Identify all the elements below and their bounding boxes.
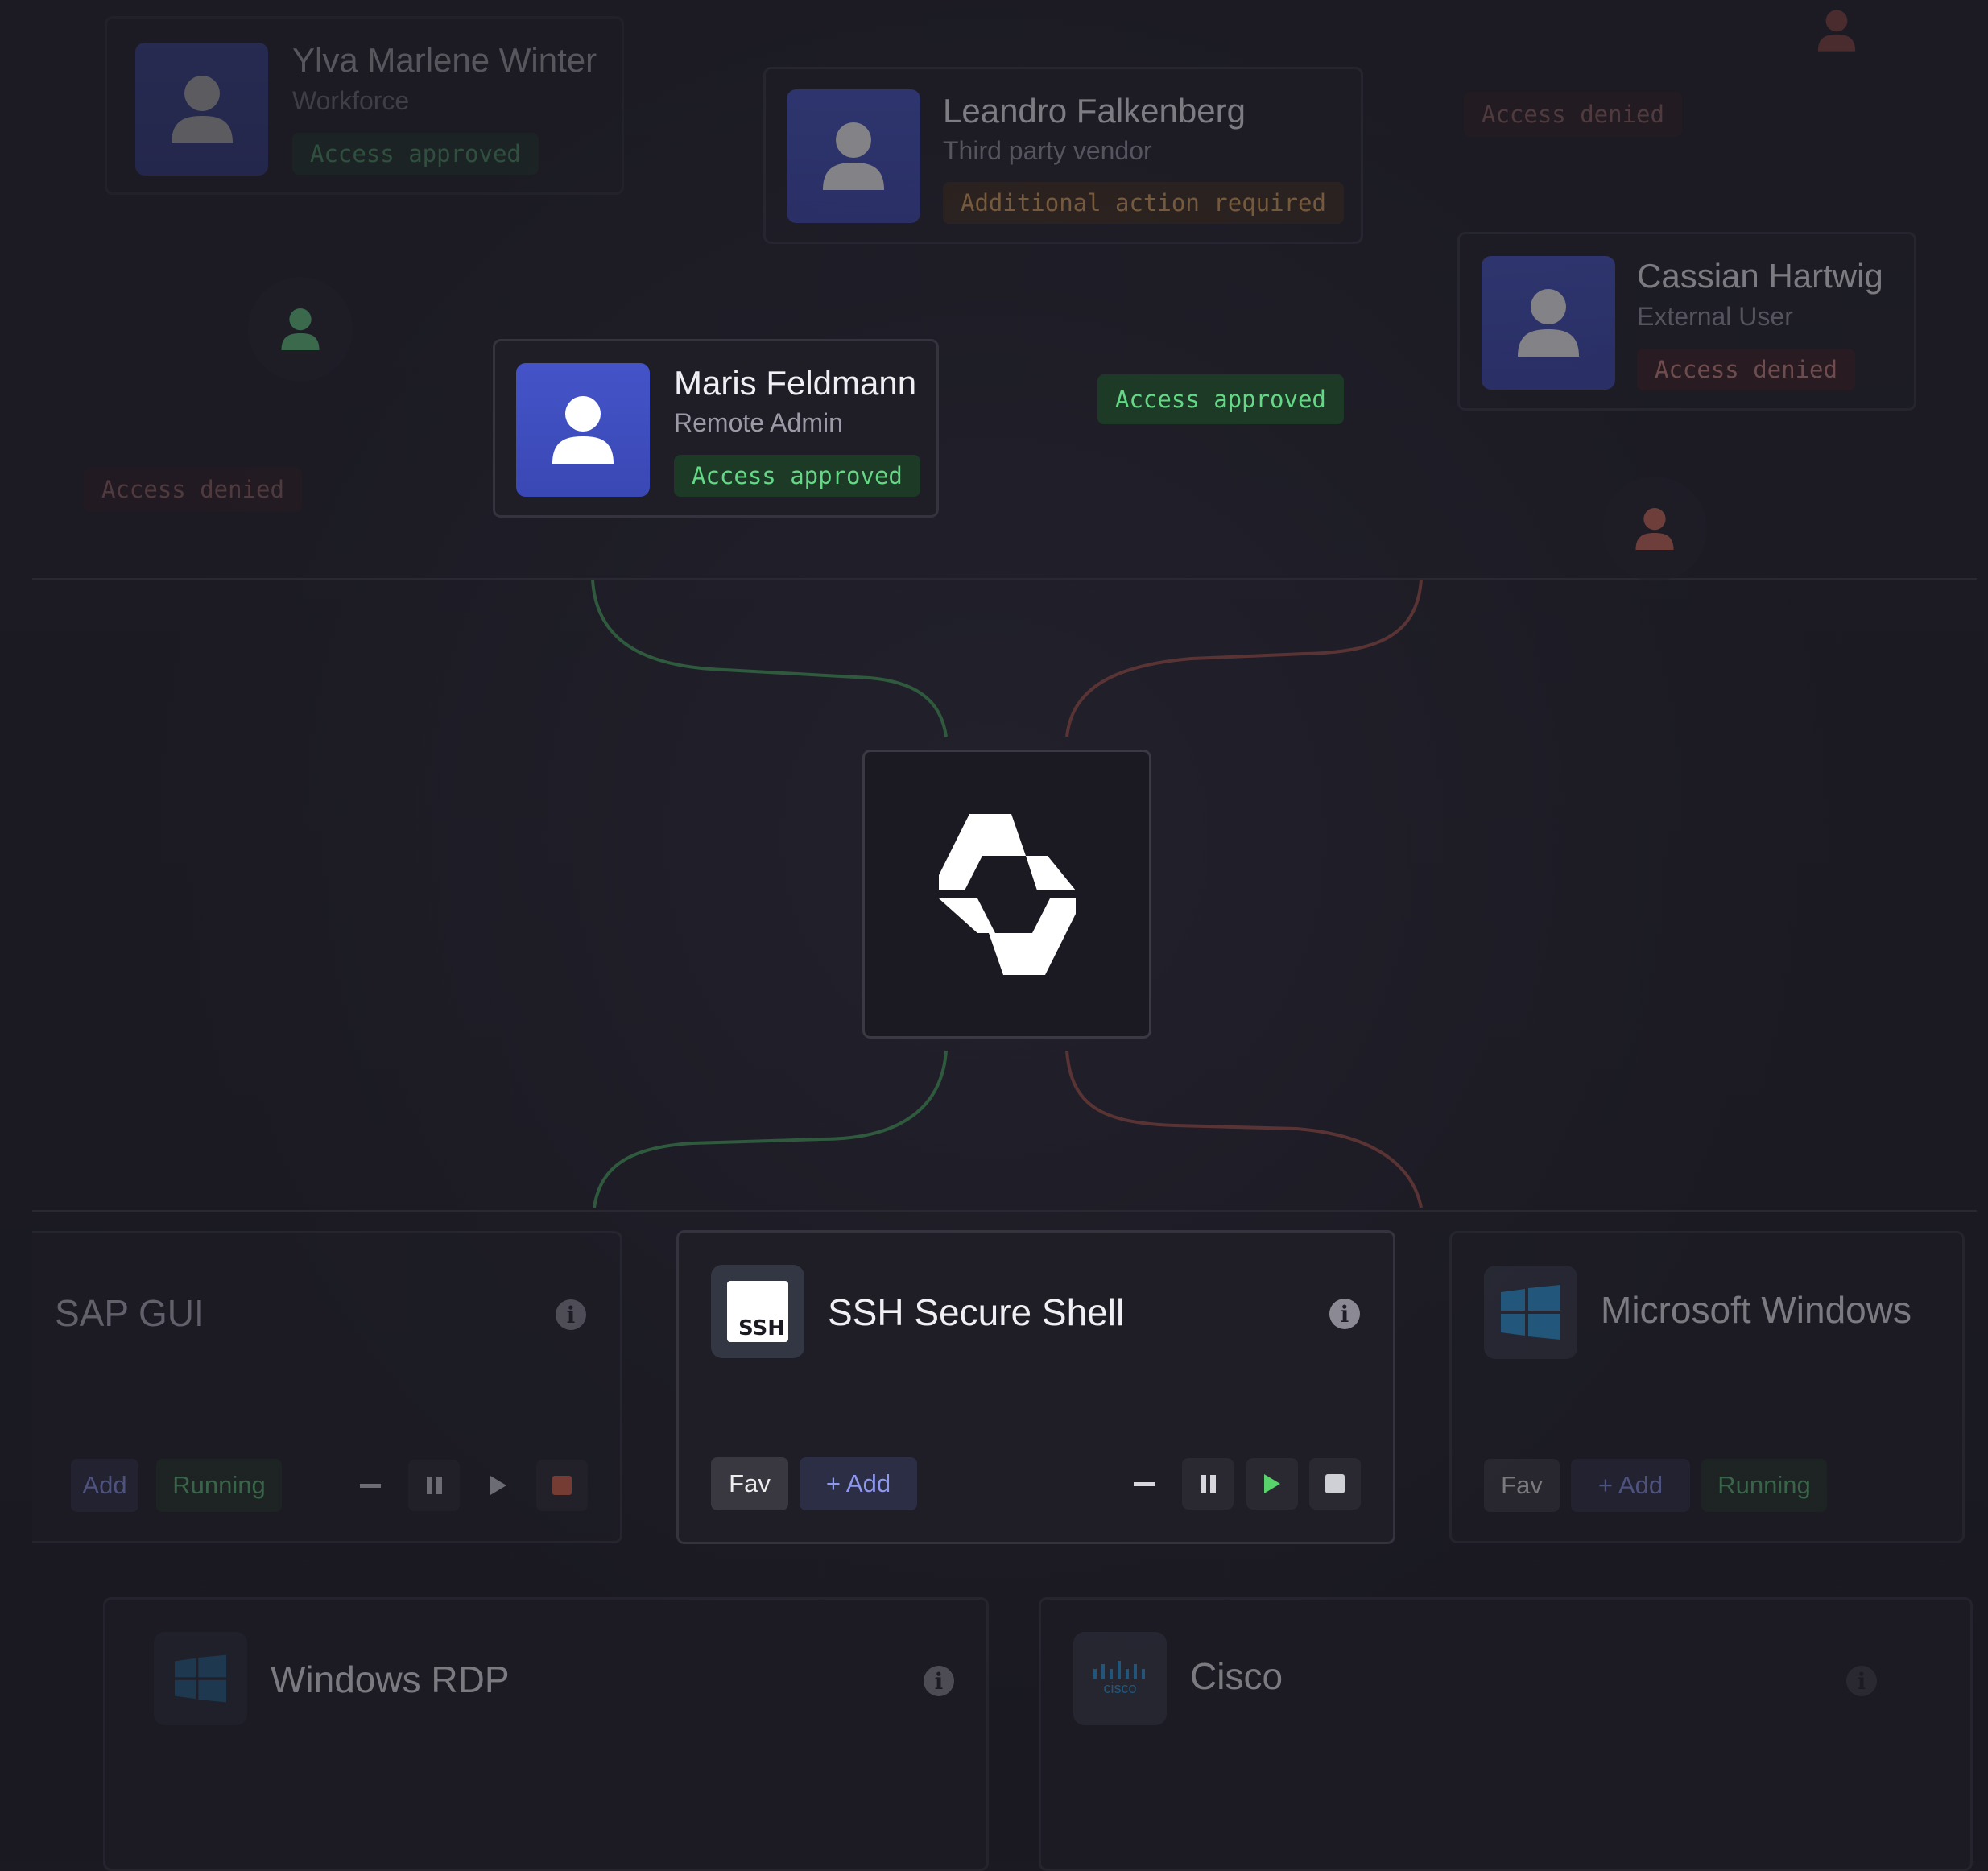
fav-button[interactable]: Fav <box>711 1457 788 1510</box>
gateway-hub[interactable] <box>862 750 1151 1039</box>
status-badge-floating: Access denied <box>84 467 302 512</box>
app-card-rdp[interactable]: Windows RDP i <box>103 1597 989 1871</box>
ssh-app-icon: SSH <box>711 1265 804 1358</box>
app-title: Windows RDP <box>271 1658 510 1700</box>
user-card-ylva[interactable]: Ylva Marlene Winter Workforce Access app… <box>105 16 624 195</box>
person-icon <box>171 75 233 143</box>
user-avatar <box>787 89 920 223</box>
status-badge-floating: Access denied <box>1464 92 1682 137</box>
pause-icon[interactable] <box>408 1460 460 1511</box>
person-icon <box>1816 8 1858 57</box>
user-avatar <box>516 363 650 497</box>
status-badge: Access approved <box>674 455 920 497</box>
user-name: Ylva Marlene Winter <box>292 41 597 79</box>
play-icon[interactable] <box>473 1460 524 1511</box>
user-name: Leandro Falkenberg <box>943 92 1246 130</box>
brand-logo-icon <box>938 813 1076 975</box>
app-title: Cisco <box>1190 1655 1283 1697</box>
stop-icon[interactable] <box>536 1460 588 1511</box>
user-card-leandro[interactable]: Leandro Falkenberg Third party vendor Ad… <box>763 67 1363 244</box>
info-icon[interactable]: i <box>556 1299 586 1330</box>
app-card-windows[interactable]: Microsoft Windows Fav + Add Running <box>1449 1231 1965 1543</box>
app-card-ssh[interactable]: SSH SSH Secure Shell i Fav + Add <box>676 1230 1395 1544</box>
user-name: Cassian Hartwig <box>1637 257 1883 295</box>
status-badge-floating: Access approved <box>1097 374 1344 424</box>
add-button[interactable]: + Add <box>800 1457 917 1510</box>
user-role: Remote Admin <box>674 408 843 437</box>
play-icon[interactable] <box>1246 1458 1298 1510</box>
user-avatar <box>1482 256 1615 390</box>
cisco-app-icon: cisco <box>1073 1632 1167 1725</box>
info-icon[interactable]: i <box>1329 1299 1360 1329</box>
status-badge: Access denied <box>1637 349 1855 390</box>
windows-logo-icon <box>175 1654 226 1703</box>
cisco-icon-label: cisco <box>1103 1679 1137 1696</box>
user-role: Third party vendor <box>943 136 1152 165</box>
person-icon <box>1635 508 1674 550</box>
user-name: Maris Feldmann <box>674 364 917 402</box>
minimize-icon[interactable] <box>345 1460 396 1511</box>
pause-icon[interactable] <box>1182 1458 1234 1510</box>
running-button[interactable]: Running <box>156 1459 282 1512</box>
person-icon <box>552 396 614 464</box>
status-badge: Access approved <box>292 133 539 175</box>
info-icon[interactable]: i <box>1846 1666 1877 1696</box>
user-card-maris[interactable]: Maris Feldmann Remote Admin Access appro… <box>493 339 939 518</box>
user-role: External User <box>1637 302 1793 331</box>
user-avatar-small[interactable] <box>1602 477 1707 581</box>
add-button[interactable]: + Add <box>1571 1459 1690 1512</box>
ssh-icon-label: SSH <box>738 1316 785 1340</box>
windows-logo-icon <box>1501 1285 1560 1340</box>
windows-app-icon <box>1484 1266 1577 1359</box>
user-avatar <box>135 43 268 176</box>
app-title: SAP GUI <box>55 1292 205 1334</box>
user-card-cassian[interactable]: Cassian Hartwig External User Access den… <box>1457 232 1916 411</box>
app-card-sap[interactable]: SAP GUI i Add Running <box>32 1231 622 1543</box>
stop-icon[interactable] <box>1309 1458 1361 1510</box>
running-button[interactable]: Running <box>1701 1459 1827 1512</box>
cisco-bars-icon <box>1093 1660 1145 1679</box>
person-icon <box>1518 289 1579 357</box>
status-badge: Additional action required <box>943 182 1344 224</box>
fav-button[interactable]: Fav <box>1484 1459 1560 1512</box>
app-card-cisco[interactable]: cisco Cisco i <box>1039 1597 1973 1871</box>
add-button[interactable]: Add <box>71 1459 138 1512</box>
windows-app-icon <box>154 1632 247 1725</box>
user-role: Workforce <box>292 86 410 115</box>
minimize-icon[interactable] <box>1118 1458 1170 1510</box>
person-icon <box>281 308 320 350</box>
info-icon[interactable]: i <box>924 1666 954 1696</box>
app-title: SSH Secure Shell <box>828 1291 1125 1333</box>
person-icon <box>823 122 884 190</box>
user-avatar-small[interactable] <box>248 277 353 382</box>
app-title: Microsoft Windows <box>1601 1289 1912 1331</box>
